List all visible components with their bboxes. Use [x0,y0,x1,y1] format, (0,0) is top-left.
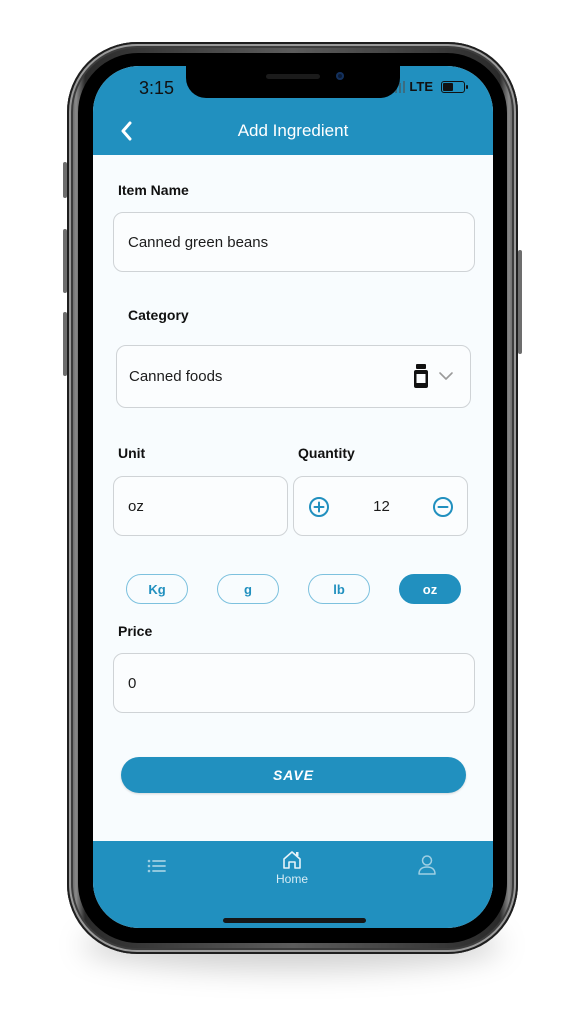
notch [186,66,400,98]
unit-chip-label: Kg [148,581,166,597]
network-type: LTE [409,79,433,94]
unit-chip-label: oz [422,581,438,597]
category-select[interactable]: Canned foods [116,345,471,408]
front-camera [336,72,344,80]
power-button [518,250,522,354]
category-label: Category [128,307,189,323]
jar-icon [414,364,428,388]
page-title: Add Ingredient [237,121,349,140]
unit-chip-label: lb [333,581,345,597]
phone-screen: 3:15 LTE Add Ingredient Item Name Canned… [93,66,493,928]
list-icon [147,859,166,873]
nav-item-home[interactable]: Home [276,850,308,886]
price-label: Price [118,623,153,639]
unit-input[interactable]: oz [113,476,288,536]
unit-label: Unit [118,445,146,461]
status-indicators: LTE [391,79,468,94]
speaker-grille [266,74,320,79]
unit-chip-label: g [244,581,252,597]
item-name-value: Canned green beans [128,233,269,251]
home-indicator[interactable] [223,918,366,923]
price-value: 0 [128,674,137,692]
item-name-input[interactable]: Canned green beans [113,212,475,272]
unit-chip-g[interactable]: g [217,574,279,604]
battery-icon [441,80,468,93]
nav-item-profile[interactable] [417,854,437,876]
unit-chip-kg[interactable]: Kg [126,574,188,604]
status-time: 3:15 [139,78,175,98]
quantity-stepper: 12 [293,476,468,536]
minus-circle-icon[interactable] [432,496,454,518]
item-name-label: Item Name [118,182,189,198]
home-icon [283,851,301,869]
price-input[interactable]: 0 [113,653,475,713]
chevron-down-icon[interactable] [438,371,454,381]
quantity-label: Quantity [298,445,355,461]
bottom-nav: Home [93,841,493,928]
unit-value: oz [128,497,144,515]
user-icon [418,855,436,875]
unit-chip-oz[interactable]: oz [399,574,461,604]
nav-item-list[interactable] [147,858,167,874]
nav-label-home: Home [276,872,309,886]
unit-chip-lb[interactable]: lb [308,574,370,604]
save-button[interactable]: SAVE [121,757,466,793]
category-value: Canned foods [129,368,223,385]
